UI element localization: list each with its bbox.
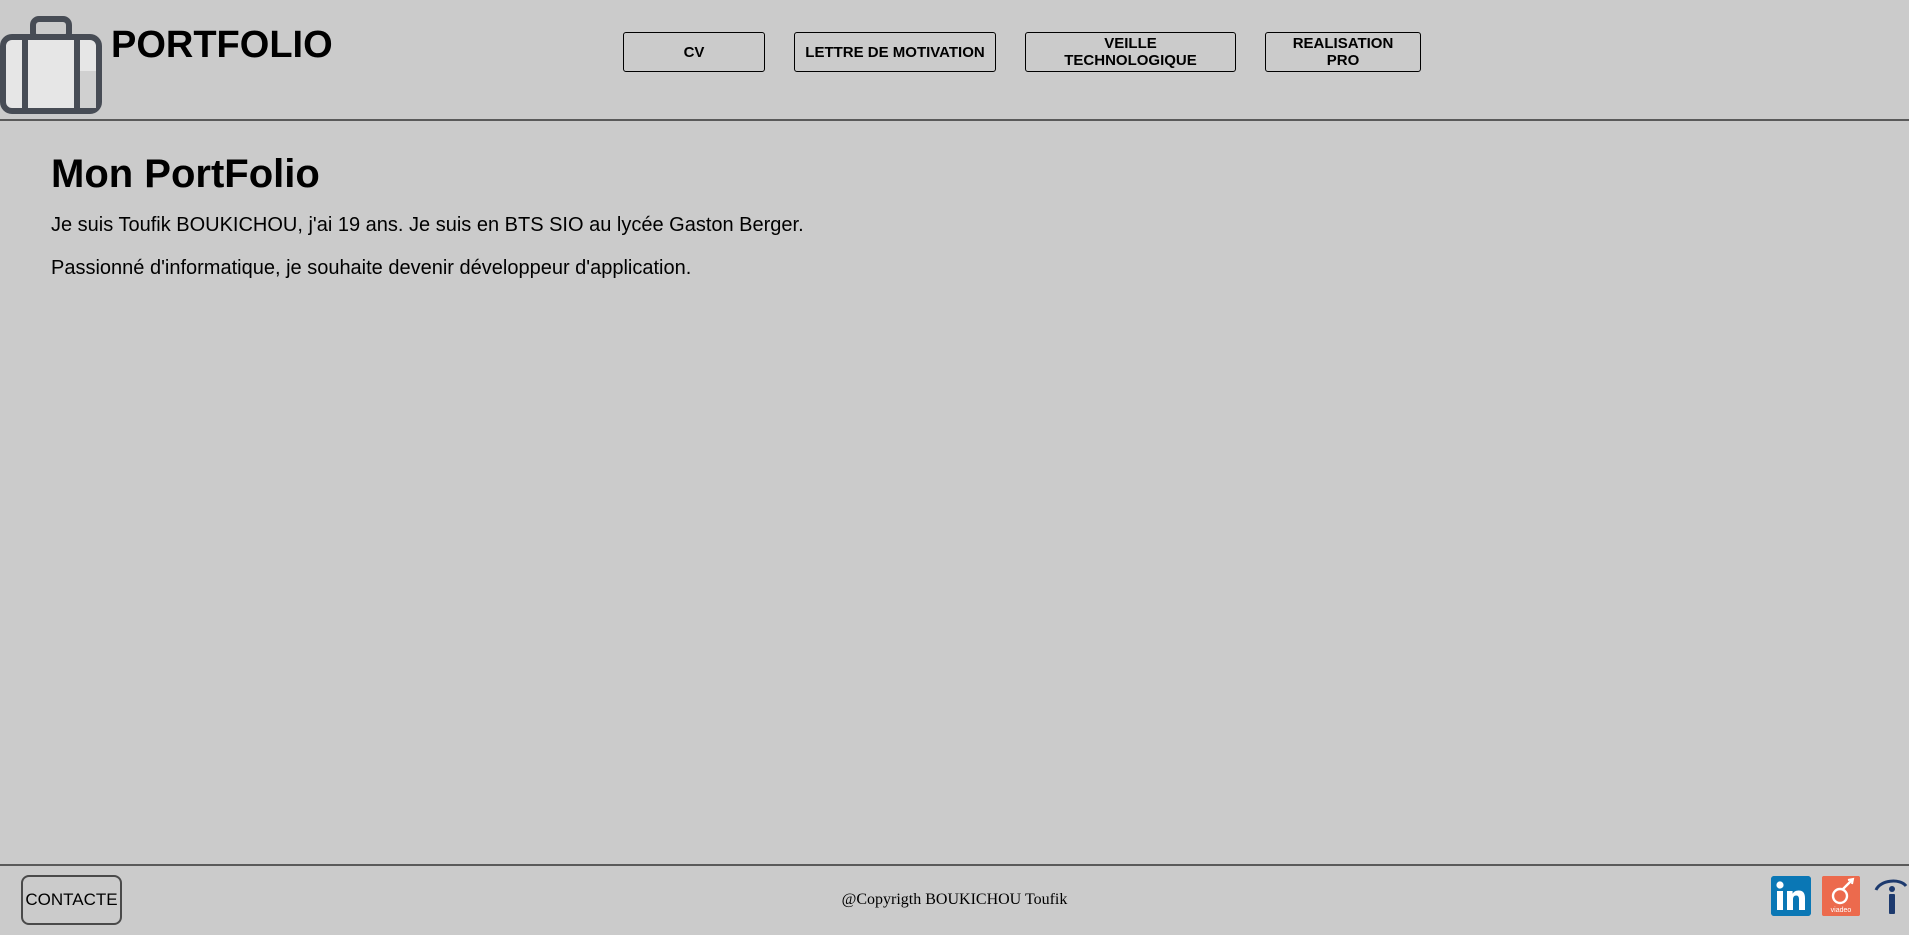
svg-text:viadeo: viadeo <box>1831 907 1852 914</box>
site-header: PORTFOLIO CV LETTRE DE MOTIVATION VEILLE… <box>0 0 1909 121</box>
main-content: Mon PortFolio Je suis Toufik BOUKICHOU, … <box>51 146 804 280</box>
nav-cv-button[interactable]: CV <box>623 32 765 72</box>
viadeo-icon[interactable]: viadeo <box>1822 876 1860 916</box>
linkedin-icon[interactable] <box>1771 876 1811 916</box>
site-title: PORTFOLIO <box>111 24 333 66</box>
nav-realisation-pro-button[interactable]: REALISATION PRO <box>1265 32 1421 72</box>
briefcase-icon <box>0 16 102 114</box>
nav-lettre-de-motivation-button[interactable]: LETTRE DE MOTIVATION <box>794 32 996 72</box>
page: PORTFOLIO CV LETTRE DE MOTIVATION VEILLE… <box>0 0 1909 935</box>
site-footer: CONTACTE @Copyrigth BOUKICHOU Toufik via… <box>0 864 1909 935</box>
page-title: Mon PortFolio <box>51 152 320 196</box>
intro-paragraph: Passionné d'informatique, je souhaite de… <box>51 257 692 279</box>
main-nav: CV LETTRE DE MOTIVATION VEILLE TECHNOLOG… <box>623 32 1421 72</box>
intro-paragraph: Je suis Toufik BOUKICHOU, j'ai 19 ans. J… <box>51 214 804 236</box>
info-icon[interactable] <box>1872 876 1909 916</box>
copyright-text: @Copyrigth BOUKICHOU Toufik <box>841 891 1068 908</box>
nav-veille-technologique-button[interactable]: VEILLE TECHNOLOGIQUE <box>1025 32 1236 72</box>
